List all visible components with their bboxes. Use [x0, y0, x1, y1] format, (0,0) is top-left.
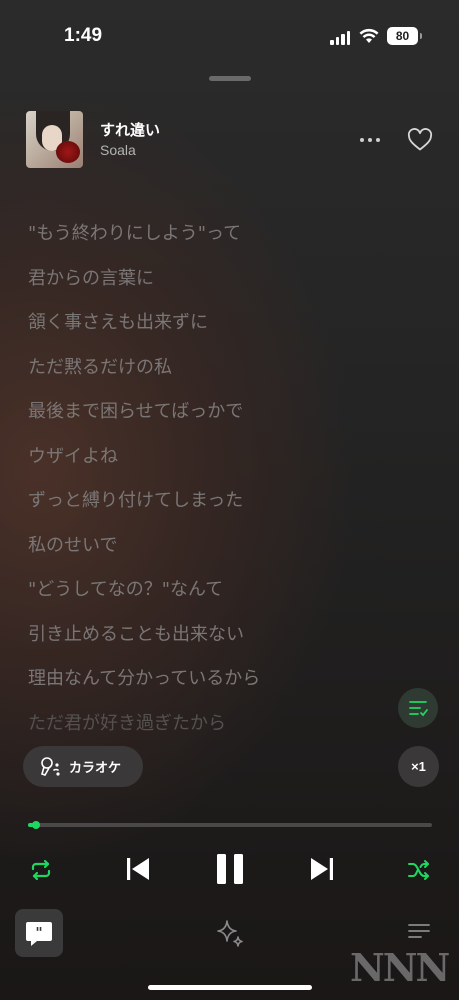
track-title[interactable]: すれ違い — [100, 119, 160, 140]
home-indicator[interactable] — [148, 985, 312, 990]
next-icon[interactable] — [308, 855, 336, 883]
queue-icon — [409, 701, 428, 717]
chat-icon: " — [26, 922, 52, 946]
album-cover[interactable] — [26, 111, 83, 168]
lyric-line[interactable]: "もう終わりにしよう"って — [28, 222, 428, 267]
status-bar: 1:49 80 — [0, 0, 459, 70]
lyric-line[interactable]: 頷く事さえも出来ずに — [28, 311, 428, 356]
lyric-line[interactable]: 私のせいで — [28, 534, 428, 579]
progress-knob[interactable] — [32, 821, 41, 829]
lyrics-panel[interactable]: "もう終わりにしよう"って 君からの言葉に 頷く事さえも出来ずに ただ黙るだけの… — [28, 222, 428, 742]
playback-speed-button[interactable]: ×1 — [398, 746, 439, 787]
repeat-icon[interactable] — [28, 857, 54, 883]
lyric-line[interactable]: ただ黙るだけの私 — [28, 356, 428, 401]
queue-button[interactable] — [398, 688, 438, 728]
list-icon[interactable] — [405, 920, 435, 946]
lyric-line[interactable]: ずっと縛り付けてしまった — [28, 489, 428, 534]
more-icon[interactable] — [360, 138, 380, 142]
track-artist[interactable]: Soala — [100, 142, 136, 158]
lyric-line[interactable]: ウザイよね — [28, 445, 428, 490]
lyric-line[interactable]: 引き止めることも出来ない — [28, 623, 428, 668]
karaoke-button[interactable]: カラオケ — [23, 746, 143, 787]
pause-icon[interactable] — [214, 852, 246, 886]
heart-icon[interactable] — [407, 128, 433, 152]
track-header: すれ違い Soala — [26, 111, 436, 169]
cellular-signal-icon — [330, 31, 350, 45]
svg-text:": " — [35, 926, 42, 942]
lyric-line[interactable]: 君からの言葉に — [28, 267, 428, 312]
status-time: 1:49 — [64, 25, 103, 46]
sheet-drag-handle[interactable] — [209, 76, 251, 81]
sparkle-icon[interactable] — [214, 917, 246, 949]
microphone-icon — [41, 756, 60, 776]
previous-icon[interactable] — [124, 855, 152, 883]
lyric-line[interactable]: 理由なんて分かっているから — [28, 667, 428, 712]
watermark-logo: NNN — [350, 945, 450, 990]
chat-button[interactable]: " — [15, 909, 63, 957]
progress-bar[interactable] — [28, 821, 432, 829]
lyric-line[interactable]: 最後まで困らせてばっかで — [28, 400, 428, 445]
lyric-line[interactable]: ただ君が好き過ぎたから — [28, 712, 428, 743]
wifi-icon — [359, 28, 379, 43]
lyric-line[interactable]: "どうしてなの？"なんて — [28, 578, 428, 623]
shuffle-icon[interactable] — [406, 857, 432, 883]
battery-indicator: 80 — [387, 27, 422, 45]
karaoke-label: カラオケ — [69, 761, 122, 776]
